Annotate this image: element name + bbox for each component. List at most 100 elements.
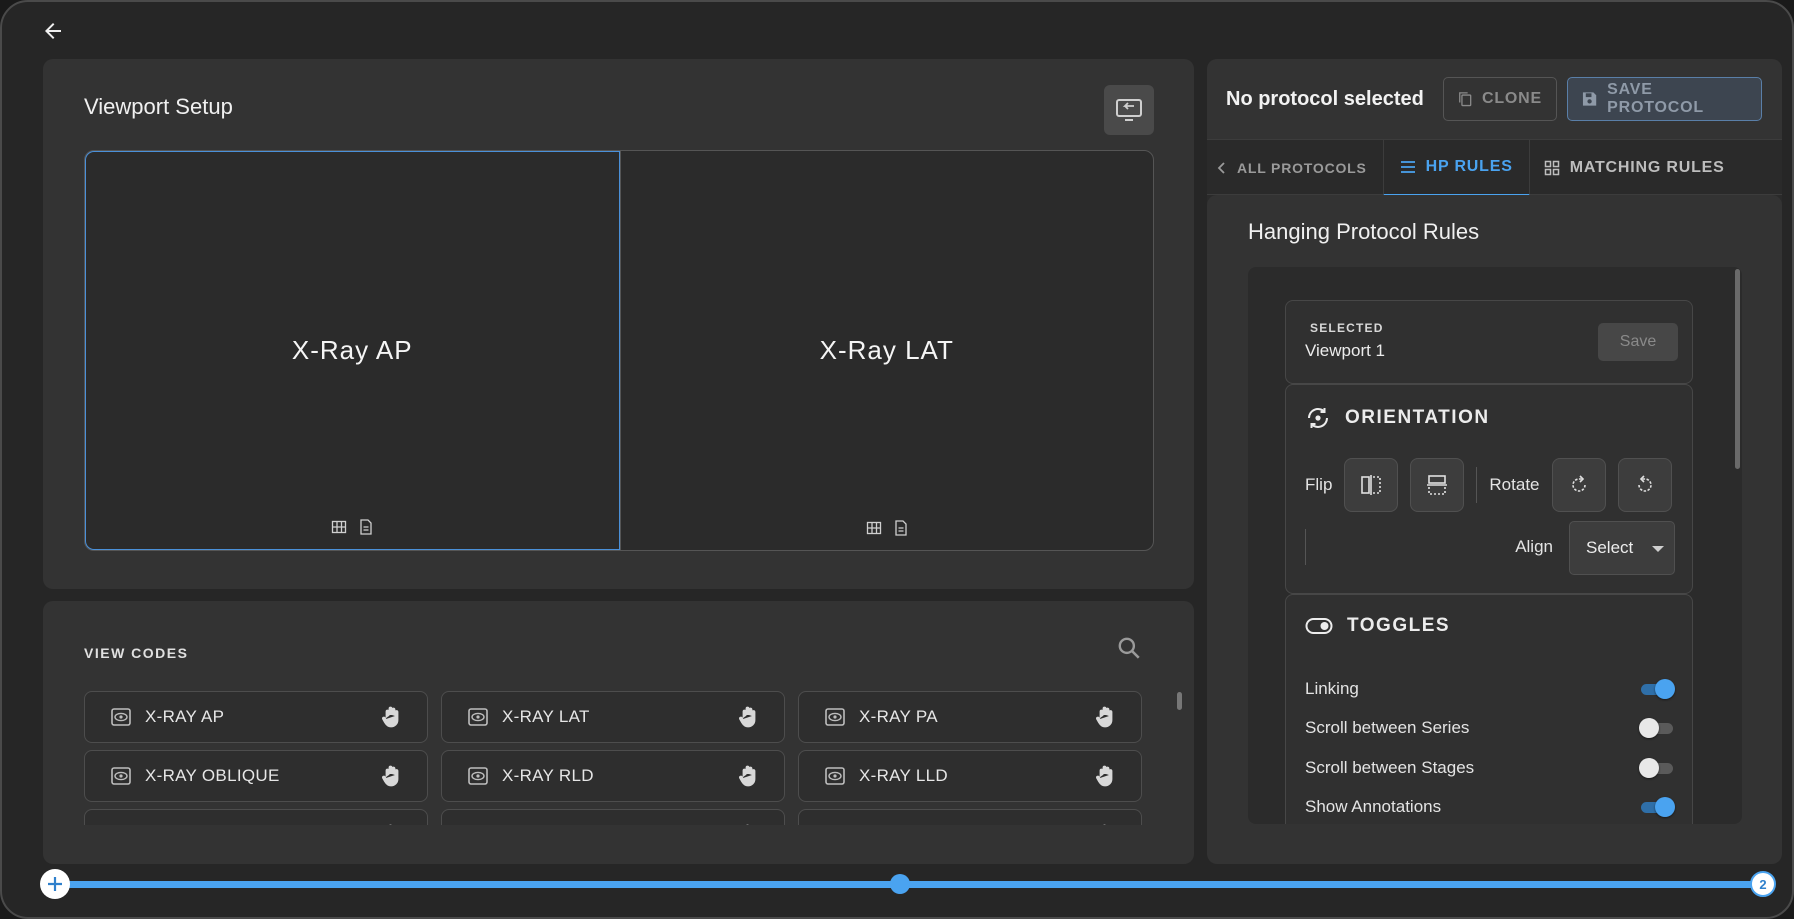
protocol-tabs: ALL PROTOCOLS HP RULES MATCHING RULES xyxy=(1207,139,1782,196)
view-code-label: X-RAY LAT xyxy=(502,707,590,726)
flip-horizontal-button[interactable] xyxy=(1344,458,1399,512)
rules-scroll-area: SELECTED Viewport 1 Save ORIENTATION Fli… xyxy=(1248,267,1742,824)
stage-count-handle[interactable]: 2 xyxy=(1750,871,1776,897)
orientation-title: ORIENTATION xyxy=(1345,407,1490,428)
floppy-disk-icon xyxy=(1582,92,1597,106)
viewport-cell-2[interactable]: X-Ray LAT xyxy=(619,151,1154,550)
view-code-item[interactable]: X-RAY OBLIQUE xyxy=(84,750,428,802)
protocol-title: No protocol selected xyxy=(1226,88,1424,110)
app-window: Viewport Setup X-Ray AP X-Ray LAT VIEW C… xyxy=(0,0,1794,919)
toggles-section: TOGGLES Linking Scroll between Series Sc… xyxy=(1285,594,1693,824)
hp-rules-title: Hanging Protocol Rules xyxy=(1248,219,1480,244)
toggle-label: Linking xyxy=(1305,679,1359,698)
toggle-icon xyxy=(1305,618,1333,634)
chevron-left-icon xyxy=(1217,162,1225,174)
selected-label: SELECTED xyxy=(1310,321,1384,335)
clone-label: CLONE xyxy=(1482,90,1542,107)
grid-icon[interactable] xyxy=(331,519,347,535)
view-codes-list: X-RAY AP X-RAY LAT X-RAY PA X-RAY OBLIQU… xyxy=(84,691,1154,825)
view-code-item[interactable]: X-RAY LAT xyxy=(441,691,785,743)
align-select[interactable]: Select xyxy=(1569,521,1675,575)
toggle-row-scroll-stages: Scroll between Stages xyxy=(1305,756,1675,780)
viewport-setup-title: Viewport Setup xyxy=(84,94,233,119)
protocol-header: No protocol selected CLONE SAVE PROTOCOL xyxy=(1207,59,1782,139)
search-icon xyxy=(1118,637,1140,659)
eye-icon xyxy=(111,767,131,785)
viewport-grid: X-Ray AP X-Ray LAT xyxy=(84,150,1154,551)
protocol-editor: No protocol selected CLONE SAVE PROTOCOL… xyxy=(1207,59,1782,864)
rotate-left-button[interactable] xyxy=(1617,458,1672,512)
scroll-stages-switch[interactable] xyxy=(1639,757,1675,779)
copy-icon xyxy=(1459,92,1472,107)
drag-hand-icon[interactable] xyxy=(738,764,760,788)
save-protocol-label: SAVE PROTOCOL xyxy=(1607,81,1704,116)
drag-hand-icon[interactable] xyxy=(738,705,760,729)
viewport-label: X-Ray AP xyxy=(291,335,413,365)
grid-squares-icon xyxy=(1544,160,1559,176)
drag-hand-icon[interactable] xyxy=(381,705,403,729)
clone-button[interactable]: CLONE xyxy=(1443,77,1557,121)
drag-hand-icon[interactable] xyxy=(738,823,760,825)
search-button[interactable] xyxy=(1116,635,1142,666)
toggles-title: TOGGLES xyxy=(1347,615,1451,636)
view-codes-heading: VIEW CODES xyxy=(84,645,189,661)
tab-label: HP RULES xyxy=(1425,158,1513,175)
toggle-label: Show Annotations xyxy=(1305,797,1442,816)
stage-slider[interactable]: 2 xyxy=(40,869,1776,899)
view-code-item[interactable] xyxy=(441,809,785,825)
tab-matching-rules[interactable]: MATCHING RULES xyxy=(1530,140,1739,196)
flip-vertical-button[interactable] xyxy=(1410,458,1465,512)
tab-label: MATCHING RULES xyxy=(1569,159,1725,176)
eye-icon xyxy=(468,767,488,785)
view-code-label: X-RAY RLD xyxy=(502,766,594,785)
drag-hand-icon[interactable] xyxy=(1095,823,1117,825)
grid-icon[interactable] xyxy=(866,520,882,536)
back-button[interactable] xyxy=(38,16,68,46)
slider-handle[interactable] xyxy=(890,874,910,894)
drag-hand-icon[interactable] xyxy=(1095,764,1117,788)
show-annotations-switch[interactable] xyxy=(1639,796,1675,818)
eye-icon xyxy=(468,708,488,726)
linking-switch[interactable] xyxy=(1639,678,1675,700)
view-code-item[interactable]: X-RAY LLD xyxy=(798,750,1142,802)
view-code-label: X-RAY OBLIQUE xyxy=(145,766,280,785)
orientation-heading: ORIENTATION xyxy=(1305,405,1490,431)
view-codes-scrollbar[interactable] xyxy=(1177,692,1182,710)
monitor-swap-icon xyxy=(1116,99,1142,121)
eye-icon xyxy=(825,708,845,726)
align-row: Align Select xyxy=(1305,521,1675,575)
orientation-section: ORIENTATION Flip Rotate Align Select xyxy=(1285,384,1693,594)
view-code-label: X-RAY AP xyxy=(145,707,225,726)
viewport-setup-panel: Viewport Setup X-Ray AP X-Ray LAT xyxy=(43,59,1194,589)
save-protocol-button[interactable]: SAVE PROTOCOL xyxy=(1567,77,1762,121)
view-code-item[interactable] xyxy=(84,809,428,825)
view-code-label: X-RAY LLD xyxy=(859,766,948,785)
eye-icon xyxy=(111,708,131,726)
document-icon[interactable] xyxy=(359,519,373,535)
tab-all-protocols[interactable]: ALL PROTOCOLS xyxy=(1207,140,1383,196)
view-codes-panel: VIEW CODES X-RAY AP X-RAY LAT X-RAY PA X… xyxy=(43,601,1194,864)
drag-hand-icon[interactable] xyxy=(381,823,403,825)
list-icon xyxy=(1400,161,1415,173)
scroll-series-switch[interactable] xyxy=(1639,717,1675,739)
eye-icon xyxy=(825,767,845,785)
add-stage-button[interactable] xyxy=(40,869,70,899)
document-icon[interactable] xyxy=(894,520,908,536)
view-code-item[interactable] xyxy=(798,809,1142,825)
caret-down-icon xyxy=(1652,546,1664,552)
toggle-row-scroll-series: Scroll between Series xyxy=(1305,716,1675,740)
drag-hand-icon[interactable] xyxy=(1095,705,1117,729)
layout-switch-button[interactable] xyxy=(1104,85,1154,135)
save-button[interactable]: Save xyxy=(1598,323,1678,361)
rotate-right-button[interactable] xyxy=(1551,458,1606,512)
viewport-cell-1[interactable]: X-Ray AP xyxy=(85,151,620,550)
view-code-item[interactable]: X-RAY RLD xyxy=(441,750,785,802)
align-select-value: Select xyxy=(1586,538,1634,557)
drag-hand-icon[interactable] xyxy=(381,764,403,788)
view-code-item[interactable]: X-RAY PA xyxy=(798,691,1142,743)
toggle-row-show-annotations: Show Annotations xyxy=(1305,795,1675,819)
plus-icon xyxy=(48,877,62,891)
rules-scrollbar[interactable] xyxy=(1735,269,1740,469)
view-code-item[interactable]: X-RAY AP xyxy=(84,691,428,743)
tab-hp-rules[interactable]: HP RULES xyxy=(1382,140,1530,196)
